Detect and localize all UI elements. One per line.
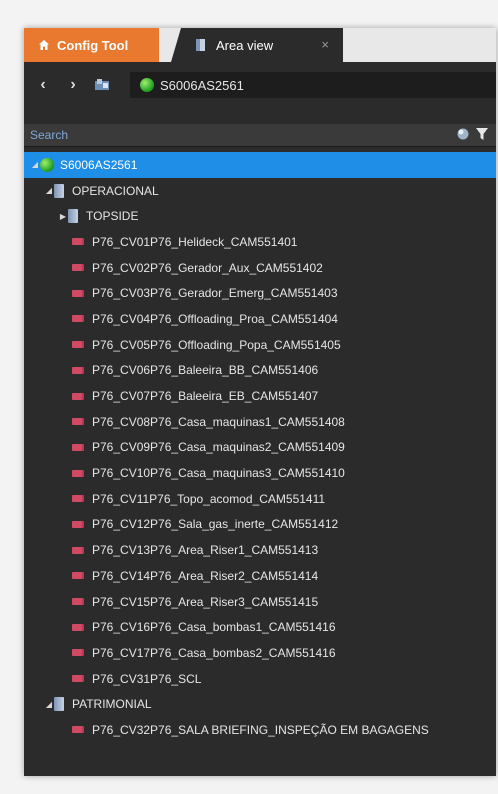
tree-item-camera[interactable]: P76_CV01P76_Helideck_CAM551401 bbox=[24, 229, 496, 255]
tree-item-camera[interactable]: P76_CV31P76_SCL bbox=[24, 666, 496, 692]
tree-item-label: P76_CV01P76_Helideck_CAM551401 bbox=[92, 234, 298, 249]
tree-item-camera[interactable]: P76_CV05P76_Offloading_Popa_CAM551405 bbox=[24, 332, 496, 358]
tree-item-label: P76_CV17P76_Casa_bombas2_CAM551416 bbox=[92, 645, 336, 660]
tree-item-label: P76_CV04P76_Offloading_Proa_CAM551404 bbox=[92, 311, 338, 326]
tree-item-label: P76_CV02P76_Gerador_Aux_CAM551402 bbox=[92, 260, 323, 275]
camera-icon bbox=[72, 623, 82, 631]
expand-arrow-icon[interactable]: ▶ bbox=[58, 212, 68, 221]
tree-item-label: P76_CV14P76_Area_Riser2_CAM551414 bbox=[92, 568, 319, 583]
area-globe-icon bbox=[40, 157, 54, 172]
tree-item-camera[interactable]: P76_CV13P76_Area_Riser1_CAM551413 bbox=[24, 537, 496, 563]
tree-item-label: TOPSIDE bbox=[86, 209, 139, 224]
breadcrumb-location: S6006AS2561 bbox=[160, 77, 244, 93]
tree-item-camera[interactable]: P76_CV32P76_SALA BRIEFING_INSPEÇÃO EM BA… bbox=[24, 717, 496, 743]
collapse-arrow-icon[interactable]: ◢ bbox=[44, 186, 54, 195]
area-tree: ◢ S6006AS2561 ◢ OPERACIONAL ▶ TOPSIDE P7… bbox=[24, 152, 496, 743]
camera-icon bbox=[72, 341, 82, 349]
camera-icon bbox=[72, 238, 82, 246]
camera-icon bbox=[72, 418, 82, 426]
tree-item-root[interactable]: ◢ S6006AS2561 bbox=[24, 152, 496, 178]
area-globe-icon bbox=[140, 78, 154, 92]
tree-item-label: P76_CV10P76_Casa_maquinas3_CAM551410 bbox=[92, 466, 345, 481]
camera-icon bbox=[72, 649, 82, 657]
tree-item-camera[interactable]: P76_CV10P76_Casa_maquinas3_CAM551410 bbox=[24, 460, 496, 486]
tree-item-camera[interactable]: P76_CV15P76_Area_Riser3_CAM551415 bbox=[24, 589, 496, 615]
camera-icon bbox=[72, 315, 82, 323]
tree-item-camera[interactable]: P76_CV04P76_Offloading_Proa_CAM551404 bbox=[24, 306, 496, 332]
tree-item-camera[interactable]: P76_CV12P76_Sala_gas_inerte_CAM551412 bbox=[24, 512, 496, 538]
tree-item-camera[interactable]: P76_CV03P76_Gerador_Emerg_CAM551403 bbox=[24, 280, 496, 306]
breadcrumb[interactable]: S6006AS2561 bbox=[130, 72, 496, 98]
tree-item-camera[interactable]: P76_CV11P76_Topo_acomod_CAM551411 bbox=[24, 486, 496, 512]
tree-item-label: P76_CV12P76_Sala_gas_inerte_CAM551412 bbox=[92, 517, 339, 532]
tree-item-camera[interactable]: P76_CV16P76_Casa_bombas1_CAM551416 bbox=[24, 614, 496, 640]
camera-icon bbox=[72, 366, 82, 374]
map-icon[interactable] bbox=[94, 78, 110, 92]
tree-item-label: P76_CV08P76_Casa_maquinas1_CAM551408 bbox=[92, 414, 345, 429]
tree-item-camera[interactable]: P76_CV14P76_Area_Riser2_CAM551414 bbox=[24, 563, 496, 589]
tab-separator bbox=[159, 28, 171, 62]
tab-config-tool[interactable]: Config Tool bbox=[24, 28, 159, 62]
tree-item-camera[interactable]: P76_CV02P76_Gerador_Aux_CAM551402 bbox=[24, 255, 496, 281]
camera-icon bbox=[72, 495, 82, 503]
camera-icon bbox=[72, 469, 82, 477]
tree-item-label: P76_CV06P76_Baleeira_BB_CAM551406 bbox=[92, 363, 319, 378]
search-tools bbox=[456, 127, 488, 141]
tree-item-camera[interactable]: P76_CV06P76_Baleeira_BB_CAM551406 bbox=[24, 358, 496, 384]
tree-item-topside[interactable]: ▶ TOPSIDE bbox=[24, 203, 496, 229]
tree-item-label: P76_CV03P76_Gerador_Emerg_CAM551403 bbox=[92, 286, 338, 301]
tree-item-camera[interactable]: P76_CV17P76_Casa_bombas2_CAM551416 bbox=[24, 640, 496, 666]
area-view-icon bbox=[196, 39, 205, 51]
tree-item-patrimonial[interactable]: ◢ PATRIMONIAL bbox=[24, 691, 496, 717]
tree-item-camera[interactable]: P76_CV08P76_Casa_maquinas1_CAM551408 bbox=[24, 409, 496, 435]
navigation-bar: ‹ › S6006AS2561 bbox=[24, 62, 496, 108]
camera-icon bbox=[72, 392, 82, 400]
tree-item-label: P76_CV32P76_SALA BRIEFING_INSPEÇÃO EM BA… bbox=[92, 722, 429, 737]
tree-item-label: P76_CV07P76_Baleeira_EB_CAM551407 bbox=[92, 389, 319, 404]
tab-bar: Config Tool Area view × bbox=[24, 28, 496, 62]
tree-item-camera[interactable]: P76_CV07P76_Baleeira_EB_CAM551407 bbox=[24, 383, 496, 409]
tree-item-label: P76_CV13P76_Area_Riser1_CAM551413 bbox=[92, 543, 319, 558]
tree-item-label: P76_CV09P76_Casa_maquinas2_CAM551409 bbox=[92, 440, 345, 455]
tab-area-view[interactable]: Area view × bbox=[171, 28, 343, 62]
collapse-arrow-icon[interactable]: ◢ bbox=[44, 700, 54, 709]
area-folder-icon bbox=[54, 183, 64, 198]
camera-icon bbox=[72, 520, 82, 528]
clear-search-icon[interactable] bbox=[456, 127, 470, 141]
tree-item-label: P76_CV31P76_SCL bbox=[92, 671, 202, 686]
close-tab-icon[interactable]: × bbox=[321, 37, 329, 52]
collapse-arrow-icon[interactable]: ◢ bbox=[30, 160, 40, 169]
tab-area-view-label: Area view bbox=[216, 37, 274, 53]
area-folder-icon bbox=[54, 697, 64, 712]
search-input[interactable] bbox=[30, 124, 430, 146]
search-bar bbox=[24, 124, 496, 147]
camera-icon bbox=[72, 443, 82, 451]
home-icon bbox=[39, 40, 49, 50]
config-tool-window: Config Tool Area view × ‹ › S6006AS2561 … bbox=[24, 28, 496, 776]
tree-item-camera[interactable]: P76_CV09P76_Casa_maquinas2_CAM551409 bbox=[24, 435, 496, 461]
camera-icon bbox=[72, 264, 82, 272]
tree-item-label: S6006AS2561 bbox=[60, 157, 138, 172]
back-button[interactable]: ‹ bbox=[32, 76, 54, 94]
camera-icon bbox=[72, 546, 82, 554]
camera-icon bbox=[72, 675, 82, 683]
filter-icon[interactable] bbox=[476, 127, 488, 141]
camera-icon bbox=[72, 289, 82, 297]
tree-item-label: P76_CV05P76_Offloading_Popa_CAM551405 bbox=[92, 337, 341, 352]
tree-item-label: P76_CV15P76_Area_Riser3_CAM551415 bbox=[92, 594, 319, 609]
forward-button[interactable]: › bbox=[62, 76, 84, 94]
area-folder-icon bbox=[68, 209, 78, 224]
tree-item-operacional[interactable]: ◢ OPERACIONAL bbox=[24, 178, 496, 204]
camera-icon bbox=[72, 598, 82, 606]
camera-list-patrimonial: P76_CV32P76_SALA BRIEFING_INSPEÇÃO EM BA… bbox=[24, 717, 496, 743]
camera-icon bbox=[72, 572, 82, 580]
tree-item-label: P76_CV11P76_Topo_acomod_CAM551411 bbox=[92, 491, 326, 506]
tab-config-tool-label: Config Tool bbox=[57, 37, 129, 53]
tree-item-label: P76_CV16P76_Casa_bombas1_CAM551416 bbox=[92, 620, 336, 635]
tree-item-label: OPERACIONAL bbox=[72, 183, 159, 198]
camera-icon bbox=[72, 726, 82, 734]
camera-list-operacional: P76_CV01P76_Helideck_CAM551401 P76_CV02P7… bbox=[24, 229, 496, 691]
tree-item-label: PATRIMONIAL bbox=[72, 697, 152, 712]
